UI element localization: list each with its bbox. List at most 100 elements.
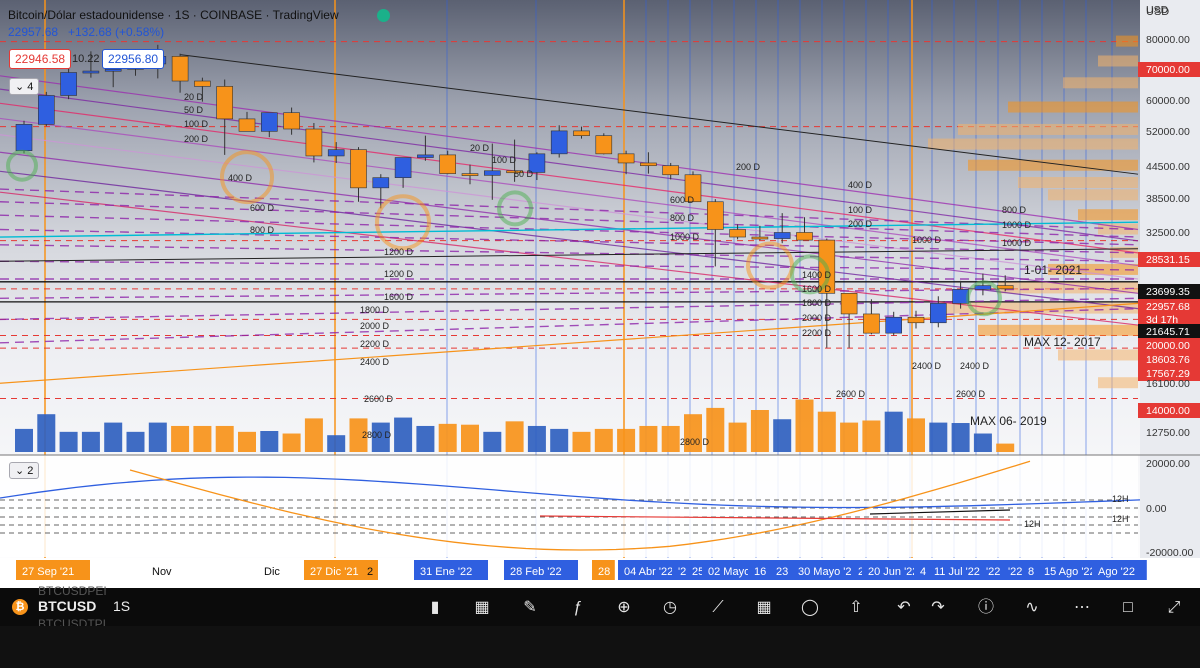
candle-body bbox=[640, 162, 657, 167]
ma-label: 2400 D bbox=[912, 361, 942, 371]
oscillator-side-label: 12H bbox=[1112, 494, 1129, 504]
price-axis-label: 44500.00 bbox=[1146, 161, 1190, 173]
candle-body bbox=[595, 135, 613, 155]
volume-profile-bar bbox=[928, 138, 1138, 150]
candle-body bbox=[996, 285, 1014, 290]
volume-profile-bar bbox=[1098, 377, 1138, 389]
candles-icon[interactable]: ▮ bbox=[425, 598, 445, 618]
volume-bar bbox=[81, 431, 100, 452]
ma-label: 800 D bbox=[670, 213, 695, 223]
redo-icon[interactable]: ↷ bbox=[928, 598, 948, 618]
volume-bar bbox=[907, 418, 925, 452]
trend-icon[interactable]: ∿ bbox=[1022, 598, 1042, 618]
volume-bar bbox=[438, 423, 457, 452]
volume-bar bbox=[15, 428, 33, 452]
volume-bar bbox=[840, 422, 859, 452]
time-axis-label: 31 Ene '22 bbox=[420, 566, 472, 578]
volume-profile-bar bbox=[1063, 77, 1138, 89]
volume-bar bbox=[215, 425, 234, 452]
volume-bar bbox=[639, 425, 658, 452]
volume-bar bbox=[327, 435, 346, 452]
grid-icon[interactable]: ▦ bbox=[754, 598, 774, 618]
candle-body bbox=[773, 232, 791, 239]
time-axis-label: 04 Abr '22 bbox=[624, 566, 673, 578]
volume-profile-bar bbox=[968, 159, 1138, 171]
symbol-selector[interactable]: BTCUSD bbox=[38, 598, 96, 614]
volume-bar bbox=[461, 424, 479, 452]
ma-label: 2800 D bbox=[362, 430, 392, 440]
ma-label: 1600 D bbox=[384, 292, 414, 302]
idea-icon[interactable]: ◯ bbox=[800, 598, 820, 618]
time-axis-label: 20 Jun '22 bbox=[868, 566, 918, 578]
calendar-icon[interactable]: ▦ bbox=[472, 598, 492, 618]
time-axis-label: '2 bbox=[678, 566, 686, 578]
fx-icon[interactable]: ƒ bbox=[568, 598, 588, 618]
chart-area[interactable]: 20 D 50 D 100 D 200 D 400 D 600 D 800 D 1200 D 1… bbox=[0, 0, 1200, 588]
ma-label: 2200 D bbox=[360, 339, 390, 349]
time-axis-label: 16 bbox=[754, 566, 766, 578]
volume-bar bbox=[416, 425, 435, 452]
ma-label: 2200 D bbox=[802, 328, 832, 338]
volume-bar bbox=[862, 420, 881, 452]
oscillator-side-label: 12H bbox=[1024, 519, 1041, 529]
brush-icon[interactable]: ✎ bbox=[520, 598, 540, 618]
price-axis-label: 52000.00 bbox=[1146, 126, 1190, 138]
interval-selector[interactable]: 1S bbox=[113, 598, 130, 614]
price-axis-label: 80000.00 bbox=[1146, 34, 1190, 46]
ma-label: 200 D bbox=[736, 162, 761, 172]
volume-bar bbox=[37, 414, 56, 452]
time-axis-label: 02 Mayo bbox=[708, 566, 750, 578]
candle-body bbox=[216, 86, 233, 120]
plus-icon[interactable]: ⊕ bbox=[614, 598, 634, 618]
candle-body bbox=[260, 112, 278, 132]
cycle-circle-marker bbox=[6, 149, 38, 182]
chart-title: Bitcoin/Dólar estadounidense · 1S · COIN… bbox=[8, 8, 339, 22]
volume-bar bbox=[728, 422, 747, 452]
candle-body bbox=[929, 303, 947, 324]
ma-label: 1000 D bbox=[1002, 238, 1032, 248]
candle-body bbox=[82, 70, 100, 74]
fullscreen-icon[interactable]: ⤢ bbox=[1164, 598, 1184, 618]
main-indicators-toggle[interactable]: ⌄ 4 bbox=[9, 78, 40, 95]
spread-value: 10.22 bbox=[72, 53, 100, 65]
share-icon[interactable]: ⇧ bbox=[846, 598, 866, 618]
ma-label: 100 D bbox=[848, 205, 873, 215]
volume-bar bbox=[572, 431, 591, 452]
candle-body bbox=[729, 229, 746, 238]
time-axis-label: 30 Mayo '22 bbox=[798, 566, 858, 578]
ma-label: 1200 D bbox=[384, 269, 414, 279]
alarm-icon[interactable]: ◷ bbox=[660, 598, 680, 618]
undo-icon[interactable]: ↶ bbox=[894, 598, 914, 618]
volume-bar bbox=[750, 410, 769, 452]
last-price: 22957.68 bbox=[8, 25, 59, 39]
volume-bar bbox=[171, 425, 190, 452]
ma-label: 50 D bbox=[184, 105, 204, 115]
more-icon[interactable]: ⋯ bbox=[1072, 598, 1092, 618]
candle-body bbox=[350, 149, 367, 189]
ma-label: 400 D bbox=[228, 173, 253, 183]
volume-bar bbox=[238, 431, 256, 452]
volume-bar bbox=[594, 428, 613, 452]
dashed-ma-line bbox=[0, 307, 1139, 344]
ma-label: 100 D bbox=[492, 155, 517, 165]
time-axis-label: 4 bbox=[920, 566, 926, 578]
candle-body bbox=[461, 173, 479, 176]
indicators-icon[interactable]: ⟋ bbox=[708, 598, 728, 618]
square-icon[interactable]: □ bbox=[1118, 598, 1138, 618]
ma-label: 1000 D bbox=[912, 235, 942, 245]
volume-bar bbox=[193, 425, 212, 452]
info-icon[interactable]: ⓘ bbox=[976, 598, 996, 618]
candle-body bbox=[372, 177, 390, 189]
sub-indicators-toggle[interactable]: ⌄ 2 bbox=[9, 462, 40, 479]
buy-price-button[interactable]: 22956.80 bbox=[102, 49, 165, 69]
volume-profile-bar bbox=[958, 123, 1138, 135]
ma-label: 1000 D bbox=[1002, 220, 1032, 230]
ma-label: 1000 D bbox=[670, 232, 700, 242]
time-axis-label: 11 Jul '22 bbox=[934, 566, 980, 578]
chart-canvas[interactable]: 20 D 50 D 100 D 200 D 400 D 600 D 800 D 1200 D 1… bbox=[0, 0, 1200, 588]
sell-price-button[interactable]: 22946.58 bbox=[9, 49, 72, 69]
price-axis-label: 70000.00 bbox=[1146, 64, 1190, 76]
candle-body bbox=[796, 232, 813, 241]
market-status-icon bbox=[377, 9, 390, 22]
volume-bar bbox=[260, 431, 279, 452]
